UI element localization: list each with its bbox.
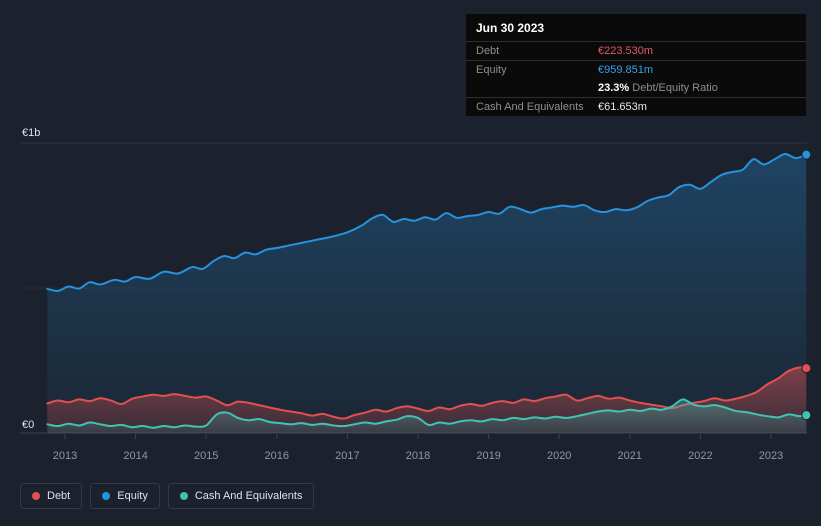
svg-text:€1b: €1b [22,127,40,139]
equity-dot-icon [102,492,111,500]
legend-cash-label: Cash And Equivalents [194,490,303,502]
svg-text:2019: 2019 [476,450,500,462]
tooltip-debt-row: Debt €223.530m [466,41,806,60]
svg-text:2020: 2020 [547,450,571,462]
legend-item-equity[interactable]: Equity [90,483,160,509]
debt-equity-history-chart: 2013 2014 2015 2016 2017 2018 2019 2020 2021 2022… [0,0,821,526]
tooltip-equity-label: Equity [476,64,507,76]
tooltip-debt-label: Debt [476,45,500,57]
tooltip-ratio-label: Debt/Equity Ratio [629,82,718,94]
svg-text:2015: 2015 [194,450,218,462]
svg-text:2014: 2014 [123,450,147,462]
legend-item-cash[interactable]: Cash And Equivalents [167,483,315,509]
svg-text:2021: 2021 [618,450,642,462]
tooltip-equity-value: €959.851m [598,64,654,76]
svg-text:€0: €0 [22,419,34,431]
debt-dot-icon [32,492,40,500]
legend-equity-label: Equity [117,490,148,502]
svg-text:2018: 2018 [406,450,430,462]
svg-text:2016: 2016 [265,450,289,462]
tooltip-cash-label: Cash And Equivalents [476,101,584,113]
tooltip-equity-row: Equity €959.851m [466,60,806,79]
svg-text:2023: 2023 [759,450,783,462]
tooltip-date: Jun 30 2023 [476,21,545,35]
tooltip-cash-value: €61.653m [598,101,647,113]
tooltip-cash-row: Cash And Equivalents €61.653m [466,97,806,116]
tooltip-ratio-row: 23.3% Debt/Equity Ratio [466,79,806,97]
svg-text:2022: 2022 [688,450,712,462]
svg-text:2013: 2013 [53,450,77,462]
tooltip-debt-value: €223.530m [598,45,654,57]
svg-text:2017: 2017 [335,450,359,462]
chart-legend: Debt Equity Cash And Equivalents [20,483,315,509]
tooltip-ratio-value: 23.3% [598,82,630,94]
legend-item-debt[interactable]: Debt [20,483,83,509]
legend-debt-label: Debt [47,490,71,502]
chart-tooltip: Jun 30 2023 Debt €223.530m Equity €959.8… [466,14,806,116]
cash-dot-icon [179,492,188,500]
